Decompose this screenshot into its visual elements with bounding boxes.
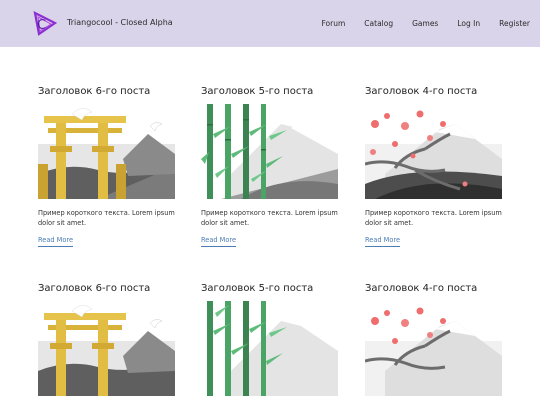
post-card: Заголовок 4-го поста Пример короткого те… [365, 86, 503, 247]
nav-forum[interactable]: Forum [322, 19, 346, 28]
read-more-link[interactable]: Read More [365, 236, 401, 247]
post-title[interactable]: Заголовок 5-го поста [201, 86, 339, 100]
post-image-sakura[interactable] [365, 301, 502, 396]
nav-login[interactable]: Log In [457, 19, 480, 28]
post-excerpt: Пример короткого текста. Lorem ipsum dol… [38, 209, 175, 227]
post-card: Заголовок 4-го поста [365, 283, 503, 396]
svg-text:C: C [37, 18, 46, 33]
post-card: Заголовок 5-го поста Пример короткого те… [201, 86, 339, 247]
post-title[interactable]: Заголовок 6-го поста [38, 283, 176, 297]
main-nav: Forum Catalog Games Log In Register [303, 19, 530, 28]
read-more-link[interactable]: Read More [38, 236, 74, 247]
post-image-bamboo[interactable] [201, 301, 338, 396]
post-title[interactable]: Заголовок 6-го поста [38, 86, 176, 100]
post-title[interactable]: Заголовок 5-го поста [201, 283, 339, 297]
post-image-torii[interactable] [38, 104, 175, 199]
nav-catalog[interactable]: Catalog [364, 19, 393, 28]
read-more-link[interactable]: Read More [201, 236, 237, 247]
brand-title[interactable]: Triangocool - Closed Alpha [67, 18, 173, 27]
nav-games[interactable]: Games [412, 19, 438, 28]
post-excerpt: Пример короткого текста. Lorem ipsum dol… [201, 209, 338, 227]
site-header: C Triangocool - Closed Alpha Forum Catal… [0, 0, 540, 47]
triangocool-logo[interactable]: C [30, 9, 58, 37]
post-excerpt: Пример короткого текста. Lorem ipsum dol… [365, 209, 502, 227]
post-card: Заголовок 5-го поста [201, 283, 339, 396]
post-title[interactable]: Заголовок 4-го поста [365, 86, 503, 100]
nav-register[interactable]: Register [499, 19, 530, 28]
post-image-sakura[interactable] [365, 104, 502, 199]
post-title[interactable]: Заголовок 4-го поста [365, 283, 503, 297]
post-card: Заголовок 6-го поста Пример короткого те… [38, 86, 176, 247]
post-image-bamboo[interactable] [201, 104, 338, 199]
post-card: Заголовок 6-го поста [38, 283, 176, 396]
post-image-torii[interactable] [38, 301, 175, 396]
